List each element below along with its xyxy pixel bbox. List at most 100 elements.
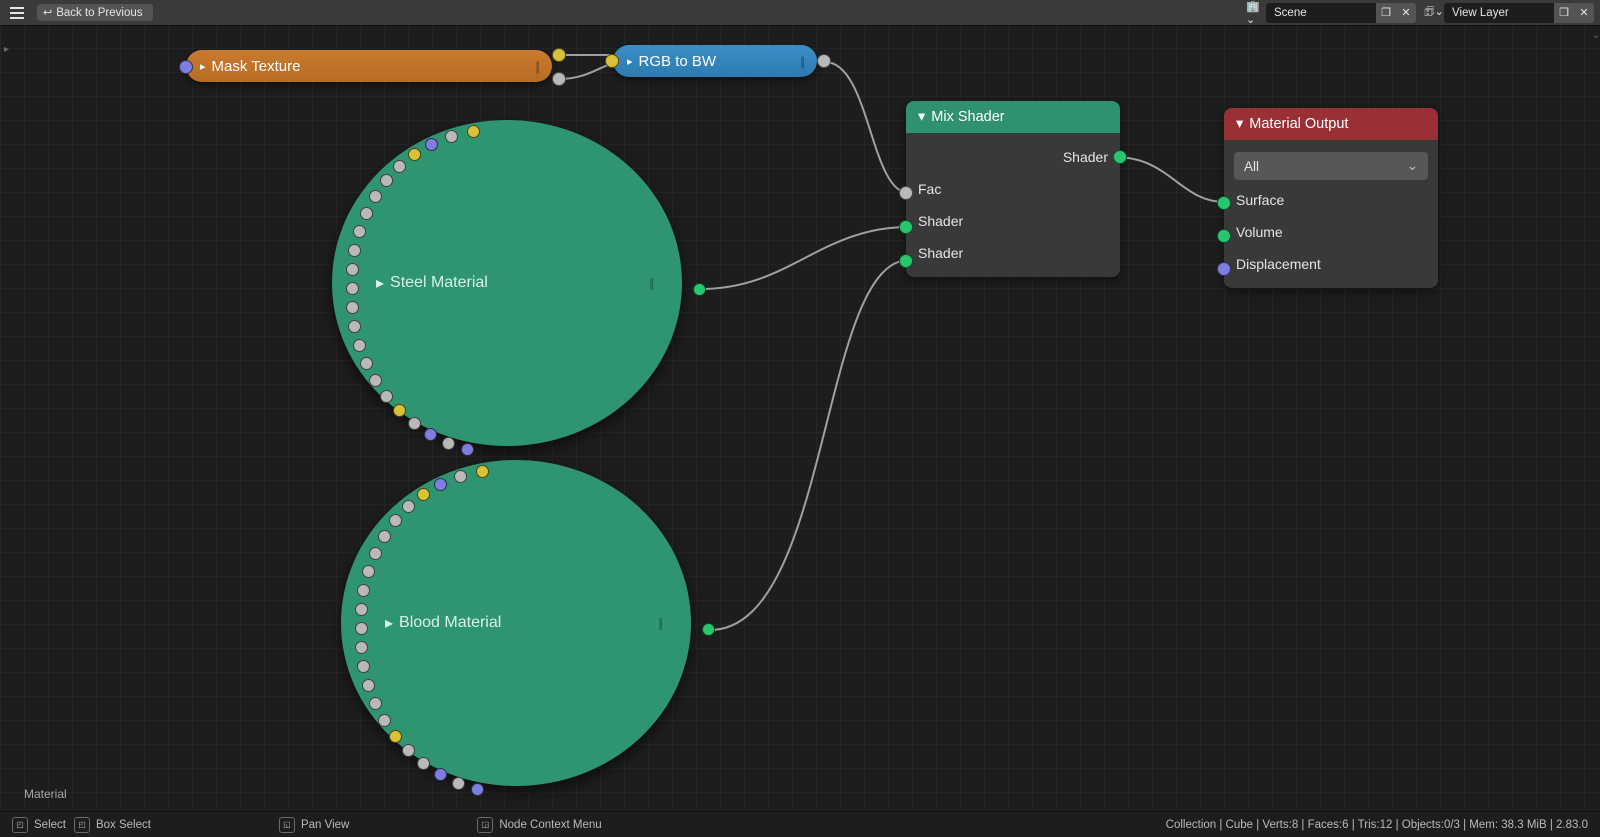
socket-shader-out[interactable] — [693, 283, 706, 296]
socket-volume-in[interactable] — [1217, 229, 1231, 243]
socket[interactable] — [353, 339, 366, 352]
output-row: Shader — [906, 141, 1120, 173]
socket[interactable] — [425, 138, 438, 151]
socket[interactable] — [362, 679, 375, 692]
input-row: Surface — [1224, 184, 1438, 216]
hamburger-icon[interactable] — [6, 3, 28, 23]
socket[interactable] — [424, 428, 437, 441]
socket[interactable] — [378, 714, 391, 727]
socket[interactable] — [389, 514, 402, 527]
socket[interactable] — [357, 660, 370, 673]
socket[interactable] — [369, 697, 382, 710]
socket[interactable] — [417, 488, 430, 501]
hint-context: ◲Node Context Menu — [477, 817, 601, 833]
node-material-output[interactable]: ▾ Material Output All⌄ Surface Volume Di… — [1224, 108, 1438, 288]
socket-shader-out[interactable] — [1113, 150, 1127, 164]
socket[interactable] — [369, 190, 382, 203]
socket[interactable] — [369, 374, 382, 387]
socket[interactable] — [355, 641, 368, 654]
grip-icon[interactable]: || — [649, 276, 652, 291]
socket[interactable] — [471, 783, 484, 796]
socket[interactable] — [408, 417, 421, 430]
node-title: Blood Material — [399, 614, 501, 632]
back-to-previous-button[interactable]: ↩ Back to Previous — [36, 3, 154, 22]
socket-shader-in[interactable] — [899, 220, 913, 234]
collapse-icon: ▾ — [1236, 116, 1243, 132]
socket[interactable] — [445, 130, 458, 143]
socket[interactable] — [393, 160, 406, 173]
socket[interactable] — [346, 282, 359, 295]
socket-displacement-in[interactable] — [1217, 262, 1231, 276]
node-rgb-to-bw[interactable]: ▸ RGB to BW || — [613, 45, 817, 77]
node-title: Mask Texture — [212, 58, 301, 75]
socket[interactable] — [380, 174, 393, 187]
socket[interactable] — [346, 263, 359, 276]
socket[interactable] — [454, 470, 467, 483]
socket[interactable] — [402, 744, 415, 757]
node-header[interactable]: ▾ Material Output — [1224, 108, 1438, 140]
node-editor[interactable]: ↩ Back to Previous 🏢⌄ Scene ❐ ✕ 🗊⌄ View … — [0, 0, 1600, 837]
grip-icon[interactable]: || — [658, 616, 661, 631]
socket[interactable] — [452, 777, 465, 790]
collapse-icon: ▸ — [627, 55, 633, 68]
target-dropdown[interactable]: All⌄ — [1234, 152, 1428, 180]
socket[interactable] — [434, 768, 447, 781]
socket-color-in[interactable] — [605, 54, 619, 68]
socket[interactable] — [402, 500, 415, 513]
scene-name-field[interactable]: Scene — [1266, 3, 1376, 23]
socket[interactable] — [355, 603, 368, 616]
delete-scene-button[interactable]: ✕ — [1396, 3, 1416, 23]
node-mask-texture[interactable]: ▸ Mask Texture || — [186, 50, 552, 82]
collapse-icon: ▸ — [376, 273, 384, 293]
new-scene-button[interactable]: ❐ — [1376, 3, 1396, 23]
socket[interactable] — [362, 565, 375, 578]
socket[interactable] — [408, 148, 421, 161]
layer-name-field[interactable]: View Layer — [1444, 3, 1554, 23]
mouse-icon: ◱ — [279, 817, 295, 833]
socket[interactable] — [467, 125, 480, 138]
layer-browse-icon[interactable]: 🗊⌄ — [1424, 3, 1444, 23]
socket[interactable] — [442, 437, 455, 450]
socket-color-out[interactable] — [552, 48, 566, 62]
grip-icon[interactable]: || — [800, 54, 803, 69]
node-header[interactable]: ▾ Mix Shader — [906, 101, 1120, 133]
header-bar: ↩ Back to Previous 🏢⌄ Scene ❐ ✕ 🗊⌄ View … — [0, 0, 1600, 26]
collapse-icon: ▸ — [200, 60, 206, 73]
scene-browse-icon[interactable]: 🏢⌄ — [1246, 3, 1266, 23]
socket-val-out[interactable] — [817, 54, 831, 68]
socket-vector-in[interactable] — [179, 60, 193, 74]
socket[interactable] — [380, 390, 393, 403]
socket[interactable] — [360, 207, 373, 220]
socket[interactable] — [348, 320, 361, 333]
socket[interactable] — [461, 443, 474, 456]
new-layer-button[interactable]: ❐ — [1554, 3, 1574, 23]
socket[interactable] — [355, 622, 368, 635]
socket[interactable] — [434, 478, 447, 491]
socket-fac-in[interactable] — [899, 186, 913, 200]
delete-layer-button[interactable]: ✕ — [1574, 3, 1594, 23]
socket[interactable] — [346, 301, 359, 314]
socket-surface-in[interactable] — [1217, 196, 1231, 210]
hint-pan: ◱Pan View — [279, 817, 349, 833]
socket[interactable] — [393, 404, 406, 417]
chevron-down-icon: ⌄ — [1407, 158, 1418, 174]
socket-alpha-out[interactable] — [552, 72, 566, 86]
socket-shader-out[interactable] — [702, 623, 715, 636]
grip-icon[interactable]: || — [535, 59, 538, 74]
node-mix-shader[interactable]: ▾ Mix Shader Shader Fac Shader Shader — [906, 101, 1120, 277]
socket[interactable] — [417, 757, 430, 770]
socket[interactable] — [360, 357, 373, 370]
socket[interactable] — [389, 730, 402, 743]
socket[interactable] — [476, 465, 489, 478]
expand-left-icon[interactable]: ▸ — [4, 44, 9, 55]
socket[interactable] — [348, 244, 361, 257]
collapse-right-icon[interactable]: ⌄ — [1592, 30, 1600, 41]
socket[interactable] — [378, 530, 391, 543]
node-title: Steel Material — [390, 274, 488, 292]
socket[interactable] — [353, 225, 366, 238]
socket-shader-in[interactable] — [899, 254, 913, 268]
socket[interactable] — [369, 547, 382, 560]
mouse-icon: ◰ — [74, 817, 90, 833]
back-icon: ↩ — [43, 6, 52, 19]
socket[interactable] — [357, 584, 370, 597]
